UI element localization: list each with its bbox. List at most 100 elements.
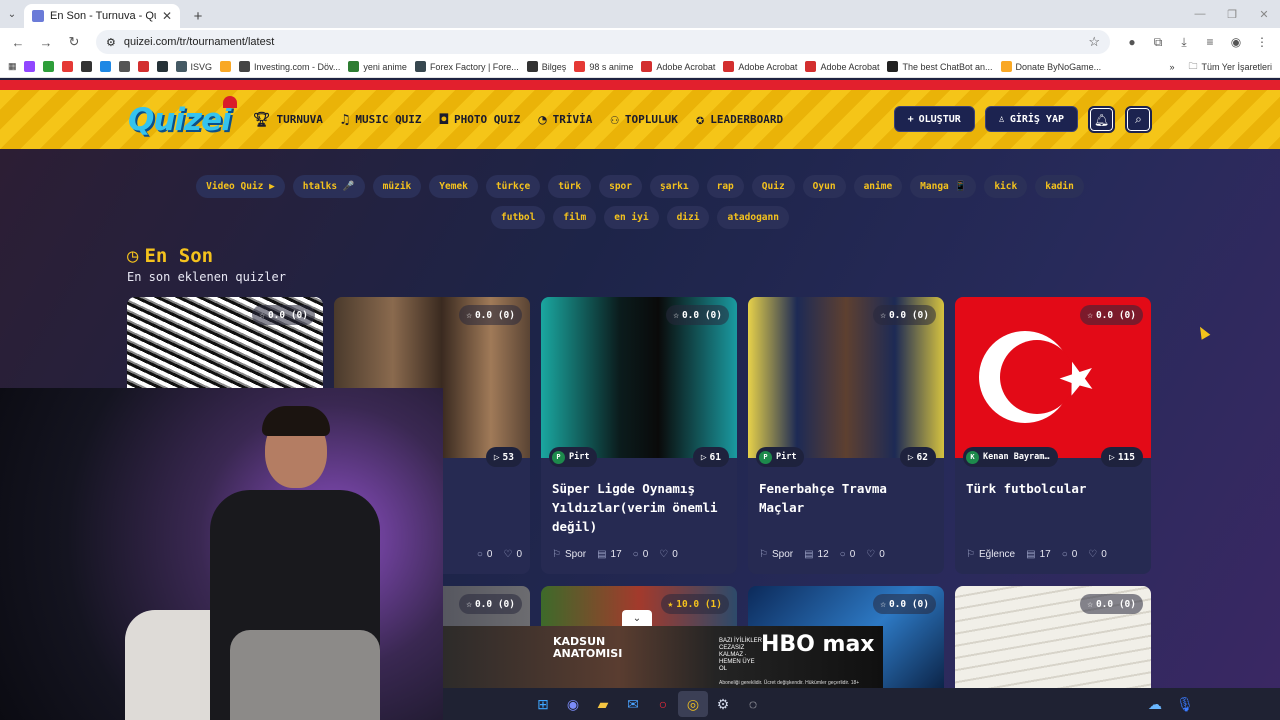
tag-chip[interactable]: htalks 🎤 <box>292 175 365 198</box>
tag-chip[interactable]: futbol <box>491 206 546 229</box>
bookmark-item[interactable]: Forex Factory | Fore... <box>414 61 519 72</box>
bookmark-item[interactable]: yeni anime <box>348 61 407 72</box>
bookmark-item[interactable]: Adobe Acrobat <box>641 61 715 72</box>
tag-chip[interactable]: en iyi <box>604 206 659 229</box>
tag-chip[interactable]: dizi <box>666 206 710 229</box>
download-icon[interactable]: ⤓ <box>1172 30 1196 54</box>
tag-chip[interactable]: kick <box>984 175 1028 198</box>
forward-icon[interactable]: → <box>34 30 58 54</box>
site-info-icon[interactable]: ⚙ <box>106 36 116 49</box>
tray-icon[interactable]: ☁ <box>1140 691 1170 717</box>
heart-icon[interactable]: ♡ <box>1088 549 1097 560</box>
bookmark-item[interactable]: 98 s anime <box>574 61 633 72</box>
create-button[interactable]: + OLUŞTUR <box>893 106 975 132</box>
tag-chip[interactable]: rap <box>706 175 744 198</box>
menu-dots-icon[interactable]: ⋮ <box>1250 30 1274 54</box>
tab-search-icon[interactable]: ⌄ <box>0 0 24 28</box>
bookmark-item[interactable] <box>23 61 35 72</box>
nav-item-turnuva[interactable]: 🏆︎ TURNUVA <box>253 112 323 128</box>
bookmark-item[interactable] <box>80 61 92 72</box>
bookmark-item[interactable]: ISVG <box>175 61 212 72</box>
bookmark-item[interactable] <box>99 61 111 72</box>
quiz-title[interactable]: Süper Ligde Oynamış Yıldızlar(verim önem… <box>552 479 730 536</box>
tag-chip[interactable]: şarkı <box>650 175 699 198</box>
tag-chip[interactable]: film <box>553 206 597 229</box>
bookmark-item[interactable] <box>156 61 168 72</box>
bookmark-item[interactable] <box>137 61 149 72</box>
windows-start-icon[interactable]: ⊞ <box>528 691 558 717</box>
profile-avatar-icon[interactable]: ◉ <box>1224 30 1248 54</box>
heart-icon[interactable]: ♡ <box>866 549 875 560</box>
tag-chip[interactable]: atadogann <box>717 206 789 229</box>
site-logo[interactable]: Quizei <box>128 95 237 138</box>
back-icon[interactable]: ← <box>6 30 30 54</box>
tag-chip[interactable]: kadin <box>1035 175 1084 198</box>
bookmark-item[interactable]: Adobe Acrobat <box>723 61 797 72</box>
tag-chip[interactable]: türk <box>548 175 592 198</box>
author-badge[interactable]: P Pirt <box>756 447 805 467</box>
mic-icon[interactable]: 🎙︎ <box>1170 691 1200 717</box>
bookmark-star-icon[interactable]: ☆ <box>1088 34 1100 50</box>
extensions-puzzle-icon[interactable]: ⧉ <box>1146 30 1170 54</box>
address-bar[interactable]: ⚙ quizei.com/tr/tournament/latest ☆ <box>96 30 1110 54</box>
bookmark-item[interactable] <box>118 61 130 72</box>
bookmark-item[interactable] <box>220 61 232 72</box>
nav-item-photo-quiz[interactable]: ◘ PHOTO QUIZ <box>440 112 521 128</box>
more-bookmarks-icon[interactable]: » <box>1169 62 1174 72</box>
obs-icon[interactable]: ◌ <box>738 691 768 717</box>
bookmark-item[interactable]: Investing.com - Döv... <box>239 61 340 72</box>
tag-chip[interactable]: anime <box>853 175 903 198</box>
discord-icon[interactable]: ◉ <box>558 691 588 717</box>
maximize-icon[interactable]: ❐ <box>1216 0 1248 28</box>
nav-item-topluluk[interactable]: ⚇ TOPLULUK <box>610 112 677 128</box>
search-button[interactable]: ⌕ <box>1125 106 1152 133</box>
heart-icon[interactable]: ♡ <box>659 549 668 560</box>
media-icon[interactable]: ≡ <box>1198 30 1222 54</box>
minimize-icon[interactable]: — <box>1184 0 1216 28</box>
tag-chip[interactable]: Yemek <box>429 175 478 198</box>
ad-collapse-button[interactable]: ⌄ <box>622 610 652 626</box>
nav-item-tri̇vi̇a[interactable]: ◔ TRİVİA <box>538 112 592 128</box>
extension-icon[interactable]: ● <box>1120 30 1144 54</box>
outlook-icon[interactable]: ✉ <box>618 691 648 717</box>
close-window-icon[interactable]: ✕ <box>1248 0 1280 28</box>
tag-chip[interactable]: Oyun <box>802 175 846 198</box>
browser-tab[interactable]: En Son - Turnuva - Quizei ✕ <box>24 4 180 28</box>
quiz-title[interactable]: Türk futbolcular <box>966 479 1144 498</box>
bookmark-item[interactable] <box>61 61 73 72</box>
nav-item-music-quiz[interactable]: ♫ MUSIC QUIZ <box>341 112 422 128</box>
quiz-card[interactable]: ☆ 0.0 (0) K Kenan Bayram… ▷ 115 Türk futbol… <box>955 297 1151 574</box>
tag-chip[interactable]: Manga 📱 <box>910 175 977 198</box>
bookmark-item[interactable]: The best ChatBot an... <box>887 61 993 72</box>
steam-icon[interactable]: ⚙ <box>708 691 738 717</box>
reload-icon[interactable]: ↻ <box>62 30 86 54</box>
opera-icon[interactable]: ○ <box>648 691 678 717</box>
new-tab-button[interactable]: + <box>186 4 210 28</box>
author-badge[interactable]: K Kenan Bayram… <box>963 447 1058 467</box>
all-bookmarks[interactable]: 🗀 Tüm Yer İşaretleri <box>1188 59 1272 75</box>
tag-chip[interactable]: müzik <box>372 175 422 198</box>
file-explorer-icon[interactable]: ▰ <box>588 691 618 717</box>
chrome-icon[interactable]: ◎ <box>678 691 708 717</box>
quiz-card[interactable]: ☆ 0.0 (0) P Pirt ▷ 62 Fenerbahçe Travma Maç… <box>748 297 944 574</box>
bookmark-item[interactable]: Bilgeş <box>526 61 566 72</box>
bookmark-item[interactable]: Donate ByNoGame... <box>1000 61 1101 72</box>
heart-icon[interactable]: ♡ <box>503 549 512 560</box>
nav-item-leaderboard[interactable]: ✪ LEADERBOARD <box>696 112 783 128</box>
login-button[interactable]: ♙ GİRİŞ YAP <box>984 106 1078 132</box>
quiz-card[interactable]: ☆ 0.0 (0) <box>955 586 1151 696</box>
ad-banner[interactable]: KADSUN ANATOMISI BAZI İYİLİKLER CEZASIZ … <box>443 626 883 688</box>
quiz-card[interactable]: ☆ 0.0 (0) P Pirt ▷ 61 Süper Ligde Oynamış Y… <box>541 297 737 574</box>
tag-chip[interactable]: spor <box>599 175 642 198</box>
tag-chip[interactable]: Quiz <box>751 175 795 198</box>
author-badge[interactable]: P Pirt <box>549 447 598 467</box>
quiz-title[interactable]: Fenerbahçe Travma Maçlar <box>759 479 937 517</box>
notifications-button[interactable]: 🔔︎ <box>1088 106 1115 133</box>
site-header: Quizei 🏆︎ TURNUVA ♫ MUSIC QUIZ ◘ PHOTO QUIZ ◔ T… <box>0 90 1280 149</box>
bookmark-item[interactable]: Adobe Acrobat <box>805 61 879 72</box>
tag-chip[interactable]: Video Quiz ▶ <box>196 175 285 198</box>
tag-chip[interactable]: türkçe <box>485 175 541 198</box>
close-tab-icon[interactable]: ✕ <box>162 9 172 23</box>
bookmark-item[interactable] <box>42 61 54 72</box>
apps-grid-icon[interactable]: ▦ <box>8 61 17 72</box>
